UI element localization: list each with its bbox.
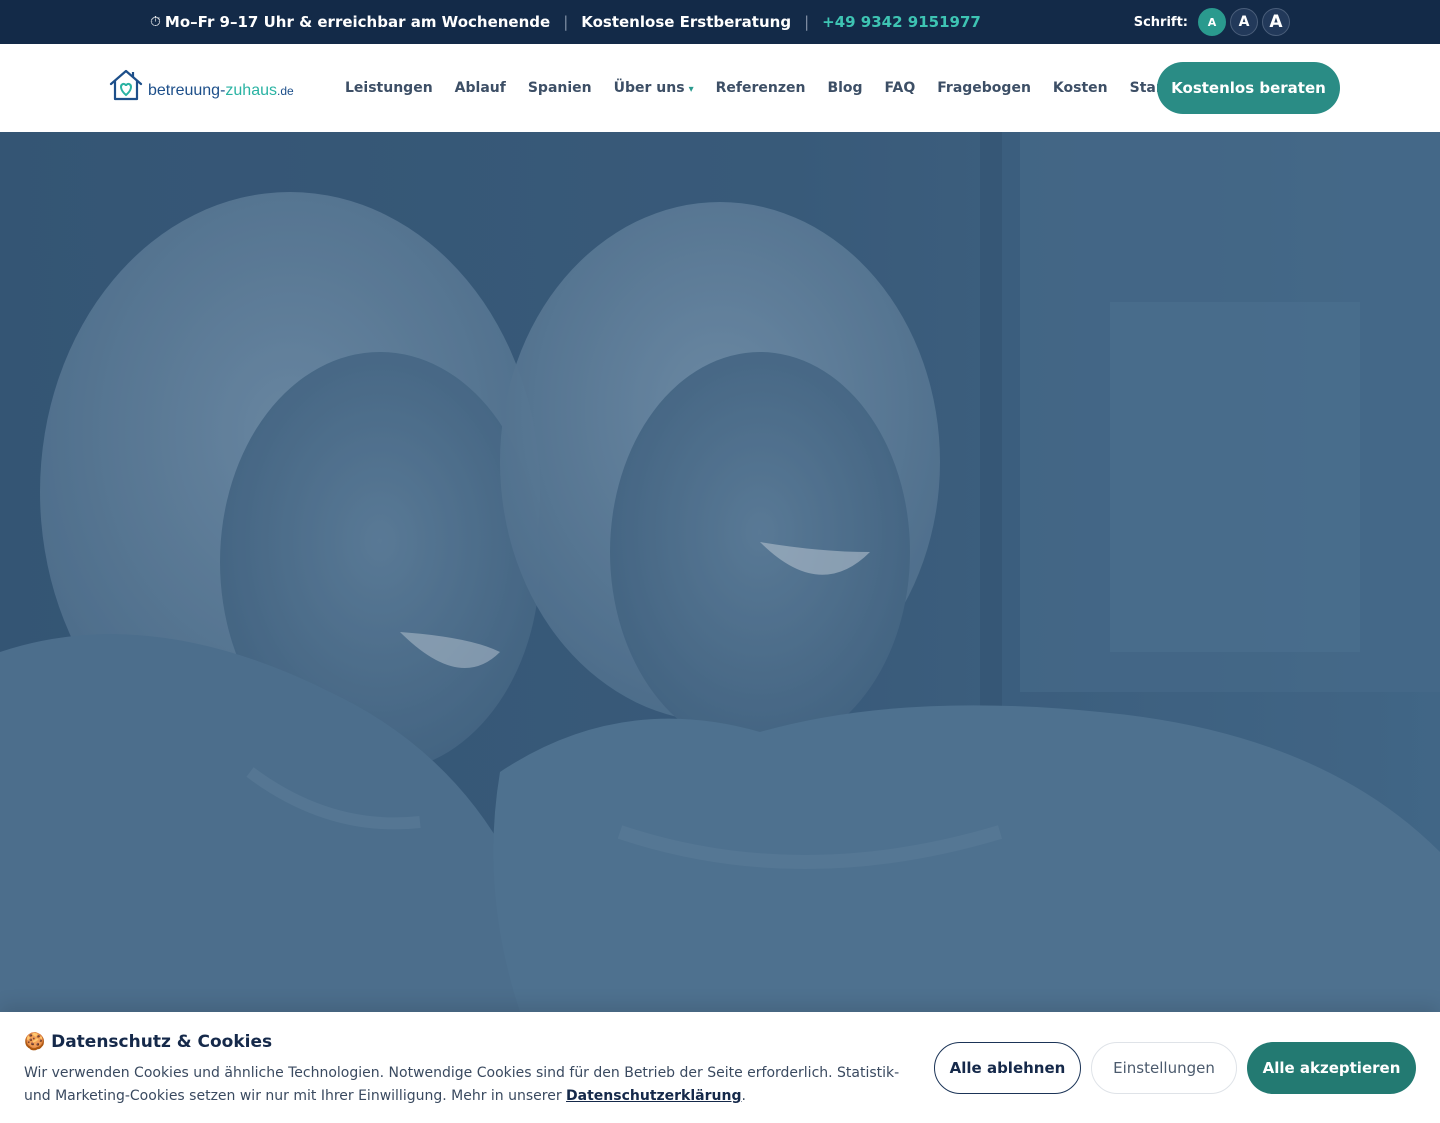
nav-item-fragebogen[interactable]: Fragebogen <box>937 80 1031 96</box>
opening-hours: Mo–Fr 9–17 Uhr & erreichbar am Wochenend… <box>164 13 551 31</box>
separator: | <box>563 13 569 31</box>
free-consultation-text: Kostenlose Erstberatung <box>581 13 792 31</box>
nav-item-spanien[interactable]: Spanien <box>528 80 592 96</box>
logo-wordmark: betreuung-zuhaus.de <box>148 81 294 101</box>
nav-item-leistungen[interactable]: Leistungen <box>345 80 433 96</box>
cookie-description: Wir verwenden Cookies und ähnliche Techn… <box>24 1062 919 1108</box>
phone-link[interactable]: +49 9342 9151977 <box>822 13 981 31</box>
logo-text-accent: zuhaus <box>225 82 277 99</box>
chevron-down-icon: ▾ <box>688 84 694 95</box>
nav-item-referenzen[interactable]: Referenzen <box>716 80 806 96</box>
cookie-settings-button[interactable]: Einstellungen <box>1091 1042 1237 1094</box>
nav-item-label: Über uns <box>613 80 685 96</box>
font-size-small-button[interactable]: A <box>1198 8 1226 36</box>
nav-item-blog[interactable]: Blog <box>827 80 862 96</box>
clock-icon: ⏱ <box>150 14 161 30</box>
font-size-medium-button[interactable]: A <box>1230 8 1258 36</box>
nav-item-ueber-uns[interactable]: Über uns ▾ <box>614 80 694 96</box>
free-consultation-button[interactable]: Kostenlos beraten <box>1157 62 1340 114</box>
house-heart-icon <box>109 69 143 101</box>
site-header: betreuung-zuhaus.de Leistungen Ablauf Sp… <box>0 44 1440 132</box>
contact-info: ⏱ Mo–Fr 9–17 Uhr & erreichbar am Wochene… <box>150 0 981 44</box>
reject-all-button[interactable]: Alle ablehnen <box>934 1042 1081 1094</box>
font-size-switcher: Schrift: A A A <box>1134 0 1290 44</box>
cookie-title-text: Datenschutz & Cookies <box>51 1032 273 1052</box>
cookie-text-end: . <box>741 1088 746 1104</box>
font-size-label: Schrift: <box>1133 14 1188 30</box>
cookie-text: Wir verwenden Cookies und ähnliche Techn… <box>24 1065 900 1104</box>
nav-item-faq[interactable]: FAQ <box>885 80 916 96</box>
nav-item-kosten[interactable]: Kosten <box>1053 80 1108 96</box>
logo-text-tld: .de <box>276 84 294 98</box>
separator: | <box>804 13 810 31</box>
privacy-policy-link[interactable]: Datenschutzerklärung <box>566 1088 741 1104</box>
logo-text-main: betreuung- <box>148 82 226 99</box>
nav-item-ablauf[interactable]: Ablauf <box>455 80 506 96</box>
hero-image <box>0 132 1440 1012</box>
cookie-icon: 🍪 <box>24 1032 46 1052</box>
hero-photo-illustration <box>0 132 1440 1012</box>
main-nav: Leistungen Ablauf Spanien Über uns ▾ Refe… <box>345 44 1209 132</box>
site-logo[interactable]: betreuung-zuhaus.de <box>108 68 294 102</box>
cookie-title: 🍪 Datenschutz & Cookies <box>24 1032 272 1052</box>
top-bar: ⏱ Mo–Fr 9–17 Uhr & erreichbar am Wochene… <box>0 0 1440 44</box>
cookie-banner: 🍪 Datenschutz & Cookies Wir verwenden Co… <box>0 1012 1440 1123</box>
accept-all-button[interactable]: Alle akzeptieren <box>1247 1042 1416 1094</box>
font-size-large-button[interactable]: A <box>1262 8 1290 36</box>
